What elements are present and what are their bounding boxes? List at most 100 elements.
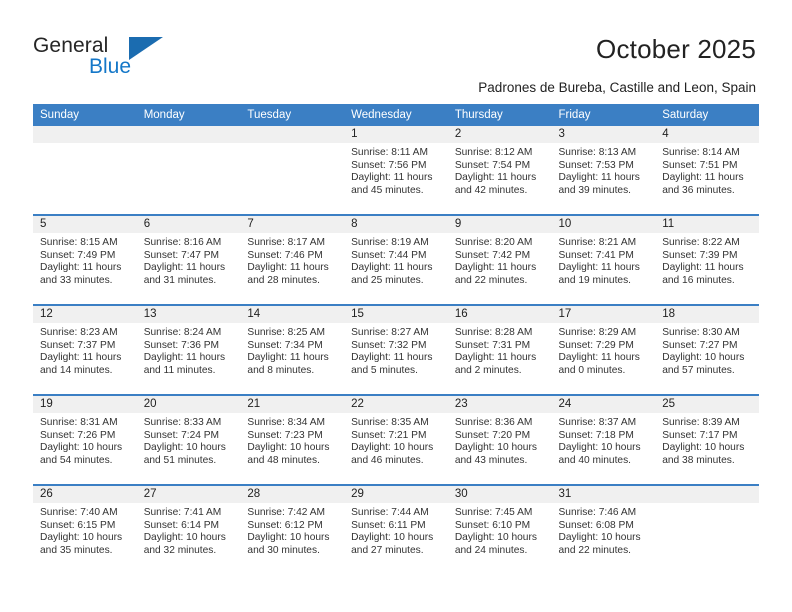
sunset-text: Sunset: 7:53 PM bbox=[558, 159, 634, 171]
sunset-text: Sunset: 7:27 PM bbox=[662, 339, 738, 351]
sunrise-text: Sunrise: 7:45 AM bbox=[454, 507, 533, 518]
day-details: Sunrise: 7:44 AM Sunset: 6:11 PM Daylight:… bbox=[344, 503, 448, 557]
daylight-text: Daylight: 10 hours and 35 minutes. bbox=[40, 532, 123, 556]
sunrise-text: Sunrise: 8:14 AM bbox=[662, 147, 740, 158]
calendar-day-cell[interactable]: 28 Sunrise: 7:42 AM Sunset: 6:12 PM Dayligh… bbox=[240, 484, 345, 574]
calendar-day-cell[interactable]: 26 Sunrise: 7:40 AM Sunset: 6:15 PM Dayligh… bbox=[33, 484, 137, 574]
day-details: Sunrise: 7:40 AM Sunset: 6:15 PM Daylight:… bbox=[33, 503, 137, 557]
daylight-text: Daylight: 11 hours and 39 minutes. bbox=[558, 172, 640, 196]
calendar-cell-inner: 23 Sunrise: 8:36 AM Sunset: 7:20 PM Dayligh… bbox=[447, 396, 552, 484]
sunset-text: Sunset: 7:29 PM bbox=[558, 339, 634, 351]
day-number: 18 bbox=[655, 306, 759, 323]
daylight-text: Daylight: 10 hours and 38 minutes. bbox=[662, 442, 745, 466]
day-details: Sunrise: 7:46 AM Sunset: 6:08 PM Daylight:… bbox=[552, 503, 656, 557]
calendar-day-cell[interactable]: 9 Sunrise: 8:20 AM Sunset: 7:42 PM Daylight… bbox=[447, 214, 552, 305]
sunrise-text: Sunrise: 8:11 AM bbox=[351, 147, 428, 158]
calendar-day-cell[interactable]: 27 Sunrise: 7:41 AM Sunset: 6:14 PM Dayligh… bbox=[136, 484, 241, 574]
calendar-day-cell[interactable]: 10 Sunrise: 8:21 AM Sunset: 7:41 PM Dayligh… bbox=[551, 214, 656, 305]
sunset-text: Sunset: 7:21 PM bbox=[351, 429, 427, 441]
calendar-cell-inner: 10 Sunrise: 8:21 AM Sunset: 7:41 PM Dayligh… bbox=[551, 216, 656, 304]
day-details: Sunrise: 8:14 AM Sunset: 7:51 PM Daylight:… bbox=[655, 143, 759, 197]
calendar-day-cell[interactable]: 19 Sunrise: 8:31 AM Sunset: 7:26 PM Dayligh… bbox=[33, 394, 137, 485]
day-number: 2 bbox=[447, 126, 552, 143]
calendar-day-cell[interactable]: 17 Sunrise: 8:29 AM Sunset: 7:29 PM Dayligh… bbox=[551, 304, 656, 395]
daylight-text: Daylight: 11 hours and 5 minutes. bbox=[351, 352, 433, 376]
calendar-day-cell[interactable]: 11 Sunrise: 8:22 AM Sunset: 7:39 PM Dayligh… bbox=[655, 214, 759, 305]
sunrise-text: Sunrise: 8:25 AM bbox=[247, 327, 325, 338]
calendar-day-cell[interactable]: 25 Sunrise: 8:39 AM Sunset: 7:17 PM Dayligh… bbox=[655, 394, 759, 485]
calendar-day-cell[interactable]: 23 Sunrise: 8:36 AM Sunset: 7:20 PM Dayligh… bbox=[447, 394, 552, 485]
calendar-day-cell[interactable]: 5 Sunrise: 8:15 AM Sunset: 7:49 PM Daylight… bbox=[33, 214, 137, 305]
sunset-text: Sunset: 7:56 PM bbox=[351, 159, 427, 171]
sunrise-text: Sunrise: 8:19 AM bbox=[351, 237, 429, 248]
calendar-day-cell[interactable]: 13 Sunrise: 8:24 AM Sunset: 7:36 PM Dayligh… bbox=[136, 304, 241, 395]
day-number bbox=[240, 126, 345, 143]
day-number: 17 bbox=[551, 306, 656, 323]
daylight-text: Daylight: 11 hours and 33 minutes. bbox=[40, 262, 122, 286]
calendar-day-cell[interactable]: 20 Sunrise: 8:33 AM Sunset: 7:24 PM Dayligh… bbox=[136, 394, 241, 485]
day-number: 21 bbox=[240, 396, 345, 413]
daylight-text: Daylight: 10 hours and 54 minutes. bbox=[40, 442, 123, 466]
daylight-text: Daylight: 10 hours and 43 minutes. bbox=[454, 442, 537, 466]
sunrise-text: Sunrise: 8:24 AM bbox=[143, 327, 222, 338]
day-number: 13 bbox=[136, 306, 241, 323]
calendar-day-cell[interactable]: 4 Sunrise: 8:14 AM Sunset: 7:51 PM Daylight… bbox=[655, 126, 759, 215]
calendar-cell-empty bbox=[33, 126, 137, 215]
day-number: 31 bbox=[551, 486, 656, 503]
day-number: 25 bbox=[655, 396, 759, 413]
day-details: Sunrise: 8:16 AM Sunset: 7:47 PM Daylight:… bbox=[137, 233, 241, 287]
calendar-day-cell[interactable]: 21 Sunrise: 8:34 AM Sunset: 7:23 PM Dayligh… bbox=[240, 394, 345, 485]
sunrise-text: Sunrise: 7:46 AM bbox=[558, 507, 637, 518]
calendar-day-cell[interactable]: 7 Sunrise: 8:17 AM Sunset: 7:46 PM Daylight… bbox=[240, 214, 345, 305]
calendar-day-cell[interactable]: 15 Sunrise: 8:27 AM Sunset: 7:32 PM Dayligh… bbox=[344, 304, 448, 395]
calendar-day-cell[interactable]: 14 Sunrise: 8:25 AM Sunset: 7:34 PM Dayligh… bbox=[240, 304, 345, 395]
sunrise-text: Sunrise: 8:33 AM bbox=[143, 417, 222, 428]
sunset-text: Sunset: 7:39 PM bbox=[662, 249, 738, 261]
day-details: Sunrise: 7:42 AM Sunset: 6:12 PM Daylight:… bbox=[240, 503, 344, 557]
calendar-day-cell[interactable]: 16 Sunrise: 8:28 AM Sunset: 7:31 PM Dayligh… bbox=[447, 304, 552, 395]
day-number: 7 bbox=[240, 216, 345, 233]
calendar-day-cell[interactable]: 6 Sunrise: 8:16 AM Sunset: 7:47 PM Daylight… bbox=[136, 214, 241, 305]
daylight-text: Daylight: 10 hours and 32 minutes. bbox=[143, 532, 226, 556]
day-number: 29 bbox=[344, 486, 448, 503]
sunset-text: Sunset: 7:47 PM bbox=[143, 249, 220, 261]
sunset-text: Sunset: 7:32 PM bbox=[351, 339, 427, 351]
calendar-day-cell[interactable]: 3 Sunrise: 8:13 AM Sunset: 7:53 PM Daylight… bbox=[551, 126, 656, 215]
sunrise-text: Sunrise: 8:21 AM bbox=[558, 237, 637, 248]
calendar-day-cell[interactable]: 2 Sunrise: 8:12 AM Sunset: 7:54 PM Daylight… bbox=[447, 126, 552, 215]
calendar-header-row: Sunday Monday Tuesday Wednesday Thursday… bbox=[33, 104, 759, 126]
sunrise-text: Sunrise: 8:29 AM bbox=[558, 327, 637, 338]
sunrise-text: Sunrise: 8:31 AM bbox=[40, 417, 118, 428]
sunrise-text: Sunrise: 7:44 AM bbox=[351, 507, 429, 518]
day-number bbox=[136, 126, 241, 143]
daylight-text: Daylight: 10 hours and 48 minutes. bbox=[247, 442, 330, 466]
page-subtitle: Padrones de Bureba, Castille and Leon, S… bbox=[478, 80, 756, 95]
daylight-text: Daylight: 11 hours and 31 minutes. bbox=[143, 262, 226, 286]
day-number: 8 bbox=[344, 216, 448, 233]
day-details: Sunrise: 8:24 AM Sunset: 7:36 PM Daylight:… bbox=[137, 323, 241, 377]
calendar-cell-inner: 21 Sunrise: 8:34 AM Sunset: 7:23 PM Dayligh… bbox=[240, 396, 345, 484]
generalblue-logo: General Blue bbox=[33, 34, 213, 84]
calendar-day-cell[interactable]: 8 Sunrise: 8:19 AM Sunset: 7:44 PM Daylight… bbox=[344, 214, 448, 305]
calendar-day-cell[interactable]: 29 Sunrise: 7:44 AM Sunset: 6:11 PM Dayligh… bbox=[344, 484, 448, 574]
calendar-day-cell[interactable]: 12 Sunrise: 8:23 AM Sunset: 7:37 PM Dayligh… bbox=[33, 304, 137, 395]
calendar-day-cell[interactable]: 24 Sunrise: 8:37 AM Sunset: 7:18 PM Dayligh… bbox=[551, 394, 656, 485]
calendar-day-cell[interactable]: 18 Sunrise: 8:30 AM Sunset: 7:27 PM Dayligh… bbox=[655, 304, 759, 395]
calendar-day-cell[interactable]: 22 Sunrise: 8:35 AM Sunset: 7:21 PM Dayligh… bbox=[344, 394, 448, 485]
sunrise-text: Sunrise: 8:37 AM bbox=[558, 417, 637, 428]
day-details: Sunrise: 8:25 AM Sunset: 7:34 PM Daylight:… bbox=[240, 323, 344, 377]
calendar-table: Sunday Monday Tuesday Wednesday Thursday… bbox=[33, 104, 759, 574]
daylight-text: Daylight: 10 hours and 24 minutes. bbox=[454, 532, 537, 556]
day-details: Sunrise: 8:39 AM Sunset: 7:17 PM Daylight:… bbox=[655, 413, 759, 467]
calendar-cell-inner: 19 Sunrise: 8:31 AM Sunset: 7:26 PM Dayligh… bbox=[33, 396, 137, 484]
day-number: 1 bbox=[344, 126, 448, 143]
calendar-cell-inner: 8 Sunrise: 8:19 AM Sunset: 7:44 PM Daylight… bbox=[344, 216, 448, 304]
calendar-day-cell[interactable]: 1 Sunrise: 8:11 AM Sunset: 7:56 PM Daylight… bbox=[344, 126, 448, 215]
daylight-text: Daylight: 11 hours and 36 minutes. bbox=[662, 172, 744, 196]
day-number bbox=[655, 486, 759, 503]
calendar-day-cell[interactable]: 31 Sunrise: 7:46 AM Sunset: 6:08 PM Dayligh… bbox=[551, 484, 656, 574]
daylight-text: Daylight: 10 hours and 27 minutes. bbox=[351, 532, 434, 556]
calendar-day-cell[interactable]: 30 Sunrise: 7:45 AM Sunset: 6:10 PM Dayligh… bbox=[447, 484, 552, 574]
calendar-cell-inner: 9 Sunrise: 8:20 AM Sunset: 7:42 PM Daylight… bbox=[447, 216, 552, 304]
day-number: 27 bbox=[136, 486, 241, 503]
